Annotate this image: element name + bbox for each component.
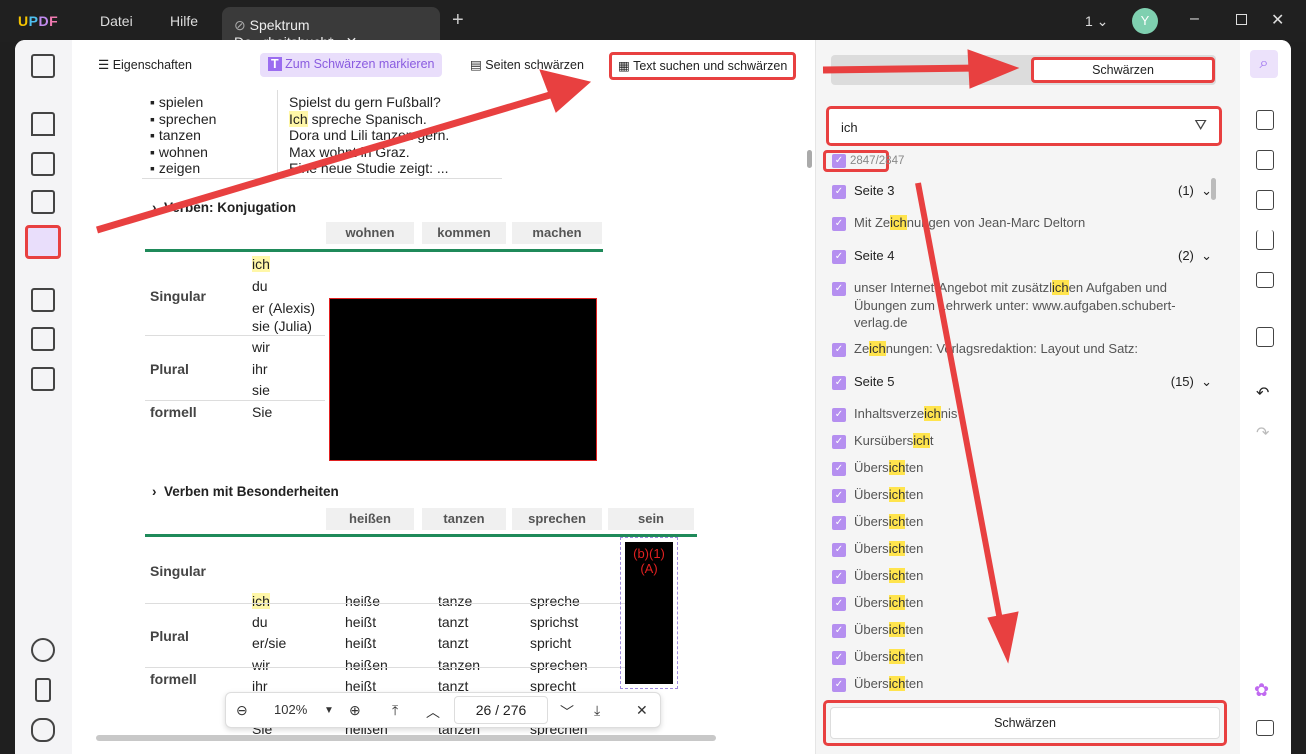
arrow-line <box>822 64 981 74</box>
arrow-line <box>96 88 561 234</box>
arrow-head <box>987 611 1019 664</box>
annotation-arrows <box>96 49 1020 664</box>
arrow-line <box>915 182 1003 621</box>
arrow-head <box>539 69 592 113</box>
arrow-head <box>967 49 1020 89</box>
